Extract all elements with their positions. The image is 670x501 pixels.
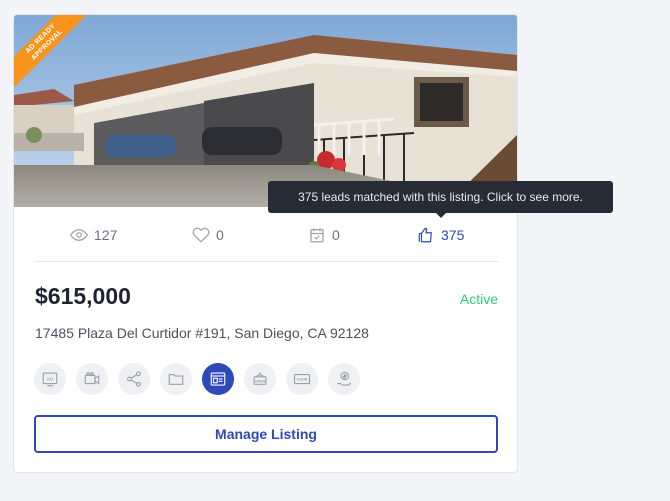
calendar-check-icon — [310, 228, 324, 243]
likes-stat[interactable]: 0 — [192, 226, 224, 244]
folder-icon — [168, 373, 184, 385]
share-icon — [127, 371, 141, 387]
flyer-icon — [210, 372, 226, 386]
leads-count: 375 — [441, 227, 465, 243]
code-icon: CODE — [293, 373, 311, 385]
money-tool-button[interactable] — [328, 363, 360, 395]
views-stat[interactable]: 127 — [70, 226, 117, 244]
svg-text:CODE: CODE — [297, 378, 308, 382]
tasks-count: 0 — [332, 227, 340, 243]
likes-count: 0 — [216, 227, 224, 243]
ad-ready-ribbon: AD READY APPROVAL — [14, 15, 94, 95]
listing-photo[interactable]: AD READY APPROVAL — [14, 15, 517, 207]
ad-icon: AD — [42, 372, 58, 387]
folder-tool-button[interactable] — [160, 363, 192, 395]
video-tool-button[interactable] — [76, 363, 108, 395]
divider — [34, 261, 499, 262]
flyer-tool-button[interactable] — [202, 363, 234, 395]
share-tool-button[interactable] — [118, 363, 150, 395]
ribbon-line1: AD READY — [24, 22, 58, 56]
tasks-stat[interactable]: 0 — [308, 226, 340, 244]
heart-icon — [192, 227, 210, 243]
eye-icon — [70, 229, 88, 241]
code-tool-button[interactable]: CODE — [286, 363, 318, 395]
ad-tool-button[interactable]: AD — [34, 363, 66, 395]
open-house-icon: OPEN — [253, 372, 267, 385]
listing-stats: 127 0 0 375 — [34, 221, 499, 251]
open-house-tool-button[interactable]: OPEN — [244, 363, 276, 395]
tooltip-arrow — [436, 213, 446, 218]
manage-listing-button[interactable]: Manage Listing — [34, 415, 498, 453]
svg-text:OPEN: OPEN — [255, 379, 266, 383]
leads-tooltip: 375 leads matched with this listing. Cli… — [268, 181, 613, 213]
listing-address: 17485 Plaza Del Curtidor #191, San Diego… — [35, 325, 369, 341]
leads-icon — [418, 227, 432, 243]
listing-tools: AD OPEN CODE — [34, 363, 360, 395]
leads-stat[interactable]: 375 — [417, 226, 464, 244]
views-count: 127 — [94, 227, 118, 243]
money-hand-icon — [337, 371, 352, 386]
listing-card: AD READY APPROVAL 127 0 0 375 $615,000 A… — [13, 14, 518, 473]
status-badge: Active — [459, 291, 498, 307]
svg-text:AD: AD — [47, 377, 54, 382]
listing-price: $615,000 — [35, 283, 131, 309]
video-icon — [84, 372, 100, 385]
